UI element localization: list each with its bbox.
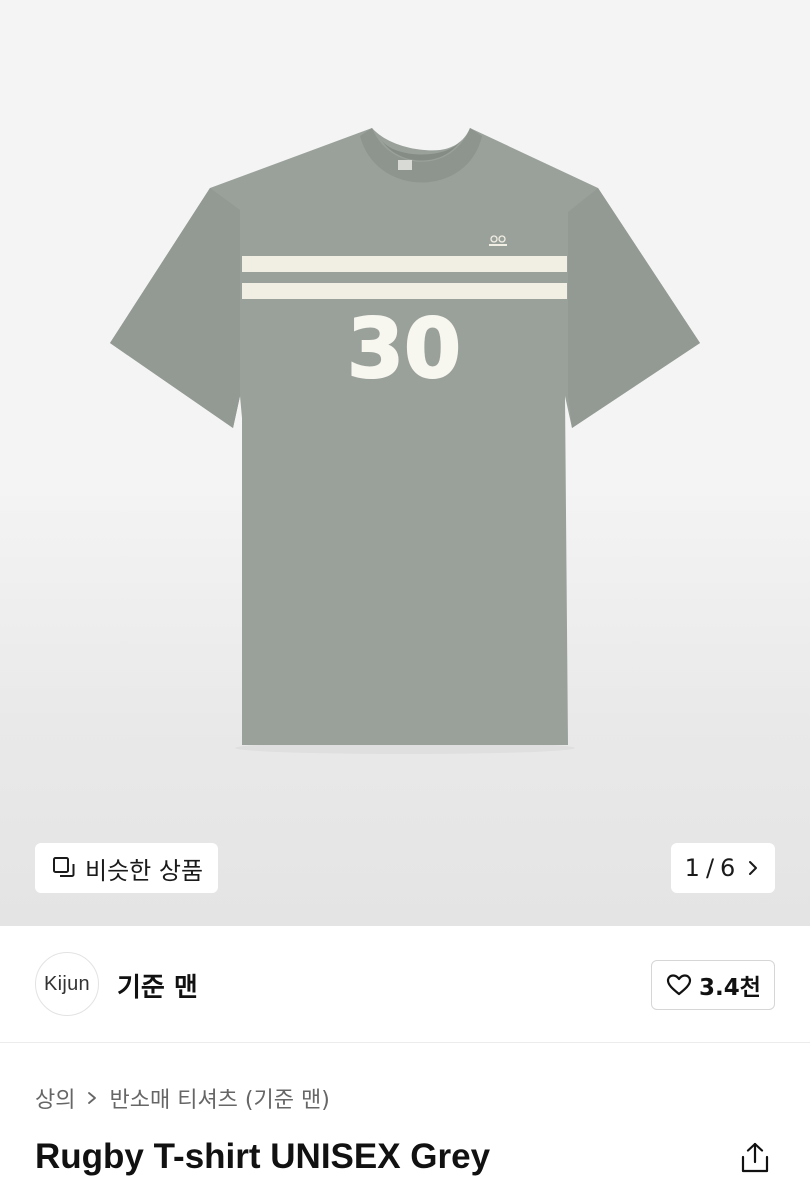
brand-avatar[interactable]: Kijun <box>35 952 99 1016</box>
page-total: 6 <box>720 854 736 882</box>
shirt-stripe-top <box>242 256 567 272</box>
brand-row: Kijun 기준 맨 3.4천 <box>0 927 810 1043</box>
brand-name[interactable]: 기준 맨 <box>117 967 198 1004</box>
like-count: 3.4천 <box>699 975 761 1001</box>
page-separator: / <box>705 854 715 882</box>
product-title: Rugby T-shirt UNISEX Grey <box>35 1137 491 1176</box>
similar-products-label: 비슷한 상품 <box>85 856 204 885</box>
shirt-stripe-bottom <box>242 283 567 299</box>
brand-logo-text: Kijun <box>44 972 90 995</box>
image-page-indicator[interactable]: 1 / 6 <box>671 843 775 893</box>
breadcrumb-category[interactable]: 상의 <box>35 1082 75 1114</box>
shirt-number-print: 30 <box>347 302 461 397</box>
stacked-squares-icon <box>53 857 75 877</box>
product-image-gallery[interactable]: 30 비슷한 상품 1 / 6 <box>0 0 810 926</box>
product-image: 30 <box>110 128 700 754</box>
breadcrumb-subcategory[interactable]: 반소매 티셔츠 (기준 맨) <box>109 1082 329 1114</box>
similar-products-button[interactable]: 비슷한 상품 <box>35 843 218 893</box>
page-current: 1 <box>684 854 700 882</box>
chevron-right-icon <box>749 861 758 875</box>
product-detail-page: 30 비슷한 상품 1 / 6 Kijun 기준 맨 3.4천 상의 반소매 티… <box>0 0 810 1200</box>
share-icon <box>741 1142 769 1173</box>
chevron-right-icon <box>88 1092 97 1104</box>
share-button[interactable] <box>738 1140 772 1176</box>
heart-outline-icon <box>666 974 692 996</box>
like-button[interactable]: 3.4천 <box>651 960 775 1010</box>
breadcrumb: 상의 반소매 티셔츠 (기준 맨) <box>35 1082 330 1114</box>
